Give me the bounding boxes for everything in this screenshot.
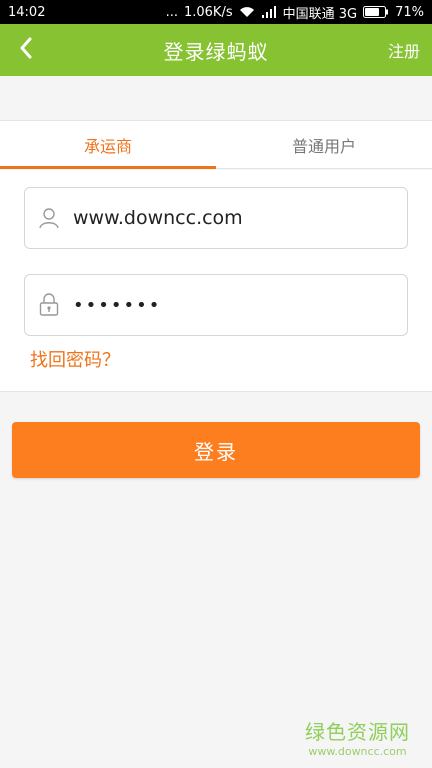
wifi-icon <box>239 6 255 18</box>
watermark-url: www.downcc.com <box>308 745 407 758</box>
status-indicators: ... 1.06K/s 中国联通 3G 71% <box>166 3 424 22</box>
back-arrow-icon <box>18 37 34 63</box>
lock-icon <box>25 293 73 317</box>
register-link[interactable]: 注册 <box>388 38 420 62</box>
app-bar: 登录绿蚂蚁 注册 <box>0 24 432 76</box>
username-input[interactable] <box>73 207 393 229</box>
forgot-password-link[interactable]: 找回密码？ <box>30 346 120 372</box>
tab-carrier[interactable]: 承运商 <box>0 121 216 169</box>
status-dots: ... <box>165 4 178 20</box>
status-time: 14:02 <box>8 4 46 20</box>
signal-icon <box>261 6 277 18</box>
password-input[interactable] <box>73 294 393 316</box>
username-field-box <box>24 187 408 249</box>
login-form: 找回密码？ <box>0 170 432 392</box>
watermark: 绿色资源网 www.downcc.com <box>305 716 410 758</box>
user-type-tabs: 承运商 普通用户 <box>0 120 432 169</box>
tab-normal-user[interactable]: 普通用户 <box>216 121 432 168</box>
password-field-box <box>24 274 408 336</box>
back-button[interactable] <box>10 34 42 66</box>
battery-icon <box>363 6 389 18</box>
watermark-title: 绿色资源网 <box>305 720 410 744</box>
carrier-label: 中国联通 3G <box>282 6 358 22</box>
user-icon <box>25 207 73 229</box>
status-bar: 14:02 ... 1.06K/s 中国联通 3G 71% <box>0 0 432 24</box>
battery-percent: 71% <box>395 4 424 20</box>
login-button[interactable]: 登录 <box>12 422 420 478</box>
page-title: 登录绿蚂蚁 <box>163 39 269 64</box>
network-speed: 1.06K/s <box>183 4 233 20</box>
